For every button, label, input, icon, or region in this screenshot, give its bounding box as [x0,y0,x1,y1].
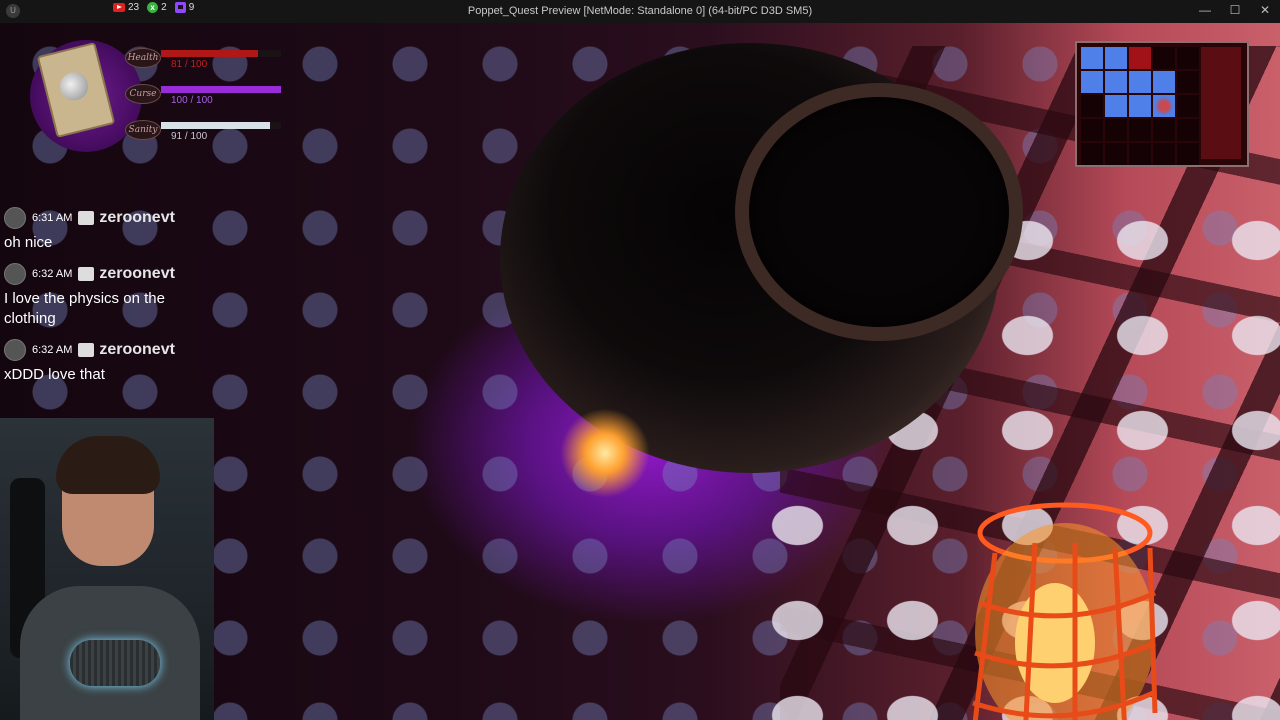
window-controls: — ☐ ✕ [1190,0,1280,23]
curse-value: 100 / 100 [171,95,213,106]
minimap-room-empty [1129,143,1151,165]
minimap-player-icon [1153,95,1175,117]
curse-stat: Curse 100 / 100 [125,84,305,110]
curse-fill [161,86,281,93]
webcam-feed [0,418,214,720]
tarot-card-icon [36,41,116,139]
minimap-room-room [1081,71,1103,93]
minimap-room-empty [1177,47,1199,69]
avatar [4,339,26,361]
health-stat: Health 81 / 100 [125,48,305,74]
minimap-room-room [1105,47,1127,69]
maximize-button[interactable]: ☐ [1220,0,1250,23]
avatar [4,207,26,229]
username: zeroonevt [99,209,175,226]
chat-message: 6:32 AM zeroonevt I love the physics on t… [0,261,215,333]
minimap-room-room [1129,95,1151,117]
minimap-room-empty [1153,47,1175,69]
minimap-room-empty [1081,143,1103,165]
message-text: xDDD love that [4,366,105,383]
minimap-room-empty [1081,119,1103,141]
minimap [1075,41,1249,167]
message-time: 6:31 AM [32,212,73,224]
minimap-room-room [1081,47,1103,69]
game-viewport[interactable]: U 23 x2 9 Poppet_Quest Preview [NetMode:… [0,0,1280,720]
health-fill [161,50,259,57]
sanity-stat: Sanity 91 / 100 [125,120,305,146]
minimize-button[interactable]: — [1190,0,1220,23]
avatar [4,263,26,285]
chat-message: 6:31 AM zeroonevt oh nice [0,205,215,257]
sanity-label: Sanity [125,120,161,140]
window-titlebar: U 23 x2 9 Poppet_Quest Preview [NetMode:… [0,0,1280,23]
streamer-hair [56,436,160,494]
sanity-fill [161,122,271,129]
minimap-room-room [1153,71,1175,93]
health-label: Health [125,48,161,68]
curse-label: Curse [125,84,161,104]
username: zeroonevt [99,265,175,282]
minimap-room-empty [1153,119,1175,141]
lantern [972,502,1158,720]
minimap-grid [1081,47,1199,165]
message-text: oh nice [4,234,53,251]
platform-badge-icon [78,343,95,357]
minimap-room-room [1129,71,1151,93]
platform-badge-icon [78,267,95,281]
minimap-room-empty [1177,71,1199,93]
message-time: 6:32 AM [32,268,73,280]
message-time: 6:32 AM [32,344,73,356]
message-text: I love the physics on the clothing [4,290,165,327]
minimap-room-room [1105,71,1127,93]
window-title: Poppet_Quest Preview [NetMode: Standalon… [467,5,813,17]
minimap-room-empty [1177,143,1199,165]
minimap-room-empty [1105,143,1127,165]
stream-chat: 6:31 AM zeroonevt oh nice 6:32 AM zeroonev… [0,205,215,393]
player-hud: Health 81 / 100 Curse 100 / 100 Sanity 9… [30,40,290,152]
minimap-room-empty [1129,119,1151,141]
tower-opening [735,83,1023,341]
username: zeroonevt [99,341,175,358]
minimap-room-room [1105,95,1127,117]
sanity-value: 91 / 100 [171,131,208,142]
chat-message: 6:32 AM zeroonevt xDDD love that [0,337,215,389]
platform-badge-icon [78,211,95,225]
minimap-room-empty [1177,119,1199,141]
sanity-bar [161,122,281,129]
minimap-room-empty [1081,95,1103,117]
minimap-room-empty [1177,95,1199,117]
close-button[interactable]: ✕ [1250,0,1280,23]
minimap-side-panel [1201,47,1241,159]
minimap-room-empty [1105,119,1127,141]
minimap-room-current [1129,47,1151,69]
curse-bar [161,86,281,93]
health-bar [161,50,281,57]
minimap-room-empty [1153,143,1175,165]
microphone-icon [70,640,160,686]
health-value: 81 / 100 [171,59,208,70]
spark-effect [560,408,650,498]
